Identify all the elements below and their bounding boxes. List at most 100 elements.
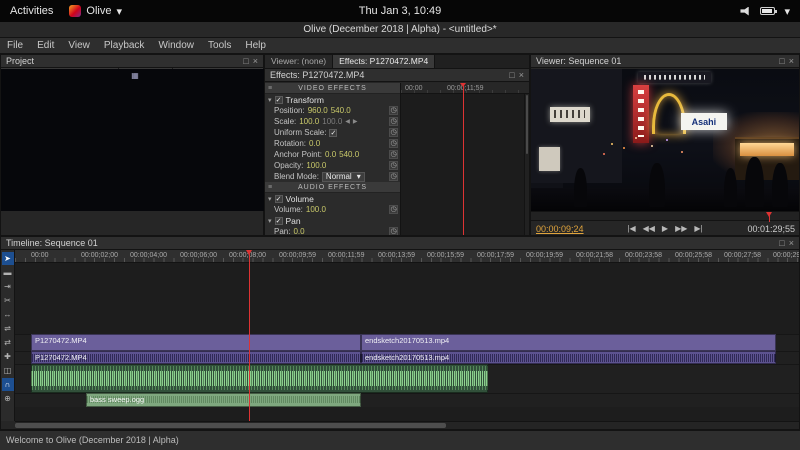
ruler-label: 00:00;17;59 (477, 252, 514, 259)
play-button[interactable]: ▶ (662, 224, 668, 233)
timeline-panel: Timeline: Sequence 01 □ × ➤ ▬ ⇥ ✂ ↔ ⇌ ⇄ … (0, 236, 800, 430)
collapse-icon[interactable]: ▾ (268, 96, 272, 104)
current-timecode-field[interactable]: 00:00:09;24 (536, 224, 584, 234)
go-to-start-button[interactable]: |◀ (627, 224, 635, 233)
hand-tool[interactable]: ✚ (2, 350, 14, 363)
effects-float-icon[interactable]: □ (509, 69, 514, 81)
keyframe-toggle-icon[interactable]: ◷ (389, 150, 398, 159)
clock[interactable]: Thu Jan 3, 10:49 (359, 5, 442, 17)
transition-tool[interactable]: ◫ (2, 364, 14, 377)
rotation-field[interactable]: 0.0 (309, 139, 320, 148)
billboard-sign (638, 71, 711, 84)
next-frame-button[interactable]: ▶▶ (675, 224, 687, 233)
app-menu-button[interactable]: Olive ▾ (69, 5, 122, 18)
volume-effect-header[interactable]: ▾ ✓ Volume (265, 193, 400, 204)
prev-frame-button[interactable]: ◀◀ (643, 224, 655, 233)
pedestrian-silhouette (745, 157, 765, 207)
razor-tool[interactable]: ✂ (2, 294, 14, 307)
viewer-close-icon[interactable]: × (789, 55, 794, 67)
transform-effect-header[interactable]: ▾ ✓ Transform (265, 94, 400, 105)
tab-effects[interactable]: Effects: P1270472.MP4 (333, 55, 436, 68)
effects-list-icon: ≡ (268, 84, 273, 92)
volume-field[interactable]: 100.0 (306, 205, 326, 214)
zoom-tool[interactable]: ⊕ (2, 392, 14, 405)
menu-view[interactable]: View (61, 38, 97, 53)
keyframe-toggle-icon[interactable]: ◷ (389, 227, 398, 235)
rolling-tool[interactable]: ⇌ (2, 322, 14, 335)
keyframe-toggle-icon[interactable]: ◷ (389, 128, 398, 137)
ruler-label: 00:00;19;59 (526, 252, 563, 259)
timeline-audio-clip[interactable]: bass sweep.ogg (86, 393, 361, 407)
effects-close-icon[interactable]: × (519, 69, 524, 81)
rotation-row: Rotation: 0.0 ◷ (274, 139, 398, 148)
timeline-float-icon[interactable]: □ (779, 237, 784, 249)
project-row[interactable]: ▦prores1080.MOV 00:00:20;00 29.97 FPS (1, 69, 269, 211)
blend-mode-select[interactable]: Normal ▾ (321, 171, 365, 182)
scrollbar-handle[interactable] (15, 423, 447, 428)
volume-enabled-checkbox[interactable]: ✓ (274, 194, 283, 203)
position-y-field[interactable]: 540.0 (331, 106, 351, 115)
viewer-float-icon[interactable]: □ (779, 55, 784, 67)
ruler-label: 00:00;29;58 (773, 252, 799, 259)
system-tray[interactable]: ▾ (740, 0, 790, 22)
ripple-tool[interactable]: ⇥ (2, 280, 14, 293)
next-keyframe-icon[interactable]: ▶ (353, 118, 358, 125)
keyframe-toggle-icon[interactable]: ◷ (389, 205, 398, 214)
tab-viewer-none[interactable]: Viewer: (none) (265, 55, 334, 68)
collapse-icon[interactable]: ▾ (268, 217, 272, 225)
pan-row: Pan: 0.0 ◷ (274, 227, 398, 235)
slide-tool[interactable]: ⇄ (2, 336, 14, 349)
go-to-end-button[interactable]: ▶| (694, 224, 702, 233)
pan-effect-header[interactable]: ▾ ✓ Pan (265, 215, 400, 226)
timeline-close-icon[interactable]: × (789, 237, 794, 249)
scale-y-field[interactable]: 100.0 (322, 117, 342, 126)
uniform-scale-checkbox[interactable]: ✓ (329, 128, 338, 137)
activities-button[interactable]: Activities (10, 5, 53, 17)
snapping-toggle[interactable]: ∩ (1, 378, 14, 391)
slip-tool[interactable]: ↔ (2, 308, 14, 321)
transform-enabled-checkbox[interactable]: ✓ (274, 95, 283, 104)
collapse-icon[interactable]: ▾ (268, 195, 272, 203)
position-x-field[interactable]: 960.0 (308, 106, 328, 115)
viewer-seek-bar[interactable] (531, 211, 799, 222)
system-menu-chevron-icon: ▾ (784, 5, 790, 18)
ruler-label: 00:00 (31, 252, 49, 259)
anchor-x-field[interactable]: 0.0 (325, 150, 336, 159)
menu-help[interactable]: Help (238, 38, 273, 53)
keyframe-toggle-icon[interactable]: ◷ (389, 161, 398, 170)
prev-keyframe-icon[interactable]: ◀ (345, 118, 350, 125)
keyframe-toggle-icon[interactable]: ◷ (389, 117, 398, 126)
pan-enabled-checkbox[interactable]: ✓ (274, 216, 283, 225)
window-titlebar[interactable]: Olive (December 2018 | Alpha) - <untitle… (0, 22, 800, 38)
timeline-audio-waveform-clip[interactable] (31, 364, 488, 393)
menu-tools[interactable]: Tools (201, 38, 238, 53)
timeline-playhead[interactable] (246, 250, 252, 421)
timeline-ruler[interactable]: 00:00 00:00;02;00 00:00;04;00 00:00;06;0… (15, 250, 799, 263)
menu-playback[interactable]: Playback (97, 38, 152, 53)
project-float-icon[interactable]: □ (243, 55, 248, 67)
project-close-icon[interactable]: × (253, 55, 258, 67)
timeline-clip[interactable]: P1270472.MP4 (31, 334, 361, 351)
pointer-tool[interactable]: ➤ (1, 252, 14, 265)
timeline-horizontal-scrollbar[interactable] (15, 421, 799, 429)
effects-controls: ≡ VIDEO EFFECTS ▾ ✓ Transform Position: … (265, 83, 401, 235)
menu-file[interactable]: File (0, 38, 30, 53)
keyframe-toggle-icon[interactable]: ◷ (389, 172, 398, 181)
scale-x-field[interactable]: 100.0 (299, 117, 319, 126)
timeline-audio-clip[interactable]: endsketch20170513.mp4 (361, 351, 776, 364)
opacity-field[interactable]: 100.0 (306, 161, 326, 170)
keyframe-toggle-icon[interactable]: ◷ (389, 106, 398, 115)
edit-tool[interactable]: ▬ (2, 266, 14, 279)
timeline-audio-clip[interactable]: P1270472.MP4 (31, 351, 361, 364)
pan-field[interactable]: 0.0 (293, 227, 304, 235)
menu-edit[interactable]: Edit (30, 38, 61, 53)
effects-panel-title: Effects: P1270472.MP4 (270, 70, 365, 80)
keyframe-toggle-icon[interactable]: ◷ (389, 139, 398, 148)
anchor-y-field[interactable]: 540.0 (339, 150, 359, 159)
audio-effects-header: ≡ AUDIO EFFECTS (265, 182, 400, 193)
menu-window[interactable]: Window (151, 38, 201, 53)
keyframe-area[interactable]: 00:00 00:00;11;59 (401, 83, 529, 235)
timeline-clip[interactable]: endsketch20170513.mp4 (361, 334, 776, 351)
keyframe-playhead[interactable] (460, 83, 466, 235)
effects-vertical-scrollbar[interactable] (524, 94, 529, 235)
